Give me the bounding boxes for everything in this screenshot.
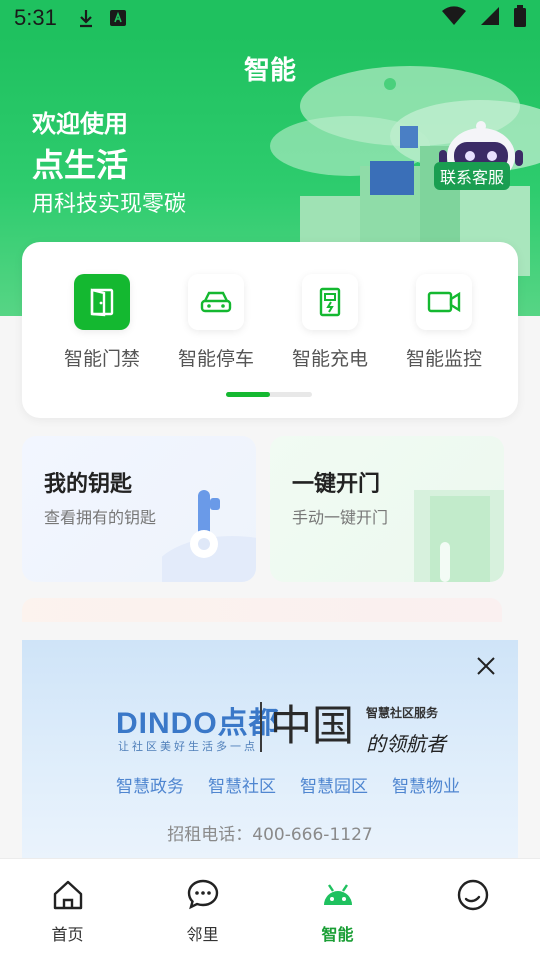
ad-logo: DINDO点都 [116, 707, 280, 740]
nav-neighbors[interactable]: 邻里 [135, 859, 270, 960]
battery-icon [514, 5, 526, 31]
ad-service-text: 智慧社区服务 [366, 706, 439, 720]
card-subtitle: 查看拥有的钥匙 [44, 508, 157, 527]
func-label: 智能门禁 [63, 348, 140, 370]
nav-label: 智能 [321, 925, 354, 944]
nav-home[interactable]: 首页 [0, 859, 135, 960]
close-icon[interactable] [474, 654, 498, 678]
func-label: 智能监控 [405, 348, 482, 370]
func-label: 智能充电 [291, 348, 368, 370]
card-title: 一键开门 [292, 472, 381, 497]
func-label: 智能停车 [177, 348, 254, 370]
camera-icon [416, 274, 472, 330]
status-bar: 5:31 [0, 0, 540, 36]
page-indicator-active [226, 392, 270, 397]
ad-tag[interactable]: 智慧园区 [300, 772, 368, 797]
func-smart-monitoring[interactable]: 智能监控 [384, 274, 504, 371]
ad-banner[interactable]: DINDO点都 让社区美好生活多一点 中国 智慧社区服务 的领航者 智慧政务 智… [22, 640, 518, 858]
app-notification-icon [109, 9, 127, 27]
door-illustration-icon [414, 490, 504, 582]
nav-label: 邻里 [186, 925, 219, 944]
ad-china-text: 中国 [270, 701, 355, 750]
download-icon [77, 8, 95, 28]
func-smart-parking[interactable]: 智能停车 [156, 274, 276, 371]
my-keys-card[interactable]: 我的钥匙 查看拥有的钥匙 [22, 436, 256, 582]
brand-name: 点生活 [32, 146, 129, 184]
nav-profile[interactable] [405, 859, 540, 960]
func-smart-access[interactable]: 智能门禁 [42, 274, 162, 371]
card-subtitle: 手动一键开门 [292, 508, 389, 527]
nav-label: 首页 [51, 925, 84, 944]
car-icon [188, 274, 244, 330]
contact-service-button[interactable]: 联系客服 [434, 162, 511, 190]
door-icon [74, 274, 130, 330]
faded-card-strip [22, 598, 502, 622]
charging-pile-icon [302, 274, 358, 330]
android-icon [318, 875, 358, 915]
one-key-open-card[interactable]: 一键开门 手动一键开门 [270, 436, 504, 582]
ad-divider [260, 702, 262, 752]
wifi-icon [442, 6, 466, 30]
status-time: 5:31 [14, 5, 57, 30]
func-smart-charging[interactable]: 智能充电 [270, 274, 390, 371]
page-indicator [226, 392, 312, 397]
ad-logo-tagline: 让社区美好生活多一点 [118, 740, 258, 753]
bottom-nav: 首页 邻里 智能 [0, 858, 540, 960]
smiley-icon [453, 875, 493, 915]
card-title: 我的钥匙 [44, 472, 133, 497]
ad-tag[interactable]: 智慧社区 [208, 772, 276, 797]
ad-tag[interactable]: 智慧政务 [116, 772, 184, 797]
ad-leader-text: 的领航者 [366, 732, 446, 756]
ad-tags: 智慧政务 智慧社区 智慧园区 智慧物业 [116, 772, 460, 797]
home-icon [48, 875, 88, 915]
key-icon [162, 490, 256, 582]
signal-icon [480, 6, 500, 30]
nav-smart[interactable]: 智能 [270, 859, 405, 960]
welcome-text: 欢迎使用 [32, 110, 128, 138]
slogan: 用科技实现零碳 [32, 192, 187, 217]
page-title: 智能 [243, 56, 296, 86]
ad-phone: 招租电话：400-666-1127 [167, 825, 373, 845]
ad-tag[interactable]: 智慧物业 [392, 772, 460, 797]
chat-bubble-icon [183, 875, 223, 915]
smart-functions-card: 智能门禁 智能停车 智能充电 智能监控 [22, 242, 518, 418]
